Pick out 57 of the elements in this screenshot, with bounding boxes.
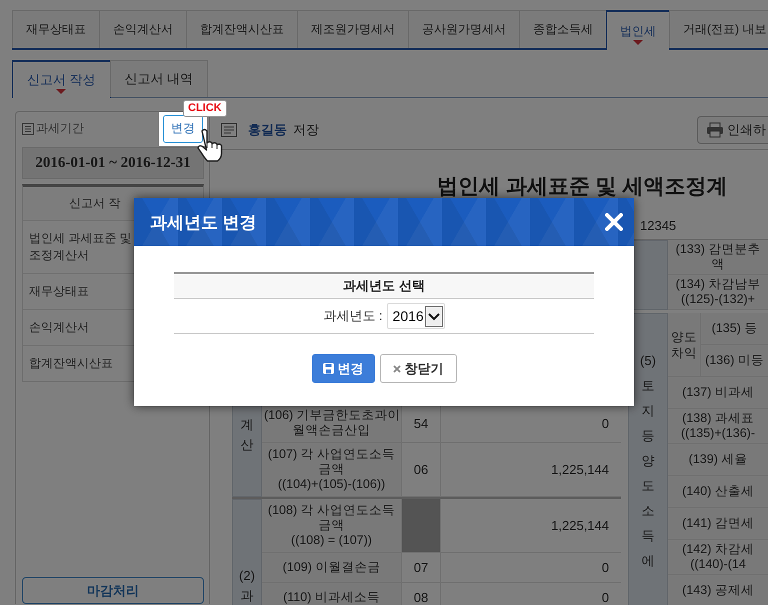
printer-icon bbox=[706, 122, 724, 138]
tab[interactable]: 거래(전표) 내보 bbox=[669, 10, 768, 48]
table-cell: (110) 비과세소득 bbox=[262, 583, 402, 605]
tab[interactable]: 손익계산서 bbox=[99, 10, 187, 48]
click-badge: CLICK bbox=[183, 100, 227, 116]
tab[interactable]: 신고서 내역 bbox=[110, 60, 208, 97]
year-select[interactable]: 2016 bbox=[386, 303, 445, 329]
group-label-cell: (5)토지등양도소득에 bbox=[628, 313, 668, 605]
tab[interactable]: 재무상태표 bbox=[12, 10, 100, 48]
tab[interactable]: 제조원가명세서 bbox=[297, 10, 409, 48]
table-cell: (108) 각 사업연도소득 금액 ((108) = (107)) bbox=[262, 499, 402, 553]
table-cell: 54 bbox=[402, 404, 441, 443]
tab[interactable]: 법인세 bbox=[606, 10, 670, 50]
change-button[interactable]: 변경 bbox=[163, 114, 203, 142]
caret-icon bbox=[633, 40, 643, 45]
group-label-cell: 양도차익 bbox=[668, 313, 701, 377]
save-button[interactable]: 변경 bbox=[312, 354, 374, 383]
table-cell: (143) 공제세 bbox=[668, 575, 768, 605]
group-label-cell: 계산 bbox=[232, 404, 262, 497]
table-cell: (139) 세율 bbox=[668, 444, 768, 476]
table-cell: (134) 차감남부 ((125)-(132)+ bbox=[668, 275, 768, 310]
close-period-button[interactable]: 마감처리 bbox=[22, 577, 204, 604]
table-cell: (138) 과세표 ((135)+(136)- bbox=[668, 409, 768, 444]
close-icon bbox=[392, 364, 400, 372]
table-cell: (106) 기부금한도초과이 월액손금산입 bbox=[262, 404, 402, 443]
table-cell: (137) 비과세 bbox=[668, 377, 768, 409]
table-cell: (109) 이월결손금 bbox=[262, 553, 402, 583]
period-label: 과세기간 bbox=[36, 120, 84, 137]
close-icon[interactable] bbox=[604, 212, 624, 232]
tab[interactable]: 종합소득세 bbox=[519, 10, 607, 48]
caret-icon bbox=[56, 89, 66, 94]
print-button[interactable]: 인쇄하 bbox=[697, 116, 768, 144]
save-status: 저장 bbox=[293, 121, 319, 139]
table-cell: 06 bbox=[402, 443, 441, 497]
list-icon bbox=[22, 122, 34, 134]
table-header: 과세년도 선택 bbox=[174, 272, 594, 299]
table-cell: 07 bbox=[402, 553, 441, 583]
tab[interactable]: 합계잔액시산표 bbox=[186, 10, 298, 48]
table-cell: (136) 미등 bbox=[701, 345, 768, 377]
registration-number: 12345 bbox=[640, 218, 678, 234]
chevron-down-icon bbox=[424, 306, 443, 326]
close-button[interactable]: 창닫기 bbox=[380, 354, 456, 383]
period-range: 2016-01-01 ~ 2016-12-31 bbox=[22, 147, 204, 179]
year-label: 과세년도 : bbox=[323, 307, 383, 325]
tab[interactable]: 신고서 작성 bbox=[12, 60, 111, 98]
table-cell: (135) 등 bbox=[701, 313, 768, 345]
document-title: 법인세 과세표준 및 세액조정계 bbox=[437, 174, 729, 200]
document-icon bbox=[221, 123, 237, 137]
table-cell: (141) 감면세 bbox=[668, 508, 768, 540]
table-cell: (142) 차감세 ((140)-(14 bbox=[668, 540, 768, 575]
tab[interactable]: 공사원가명세서 bbox=[408, 10, 520, 48]
table-cell: (133) 감면분추 액 bbox=[668, 240, 768, 275]
group-label-cell: (2)과 bbox=[232, 499, 262, 605]
save-icon bbox=[322, 363, 334, 374]
table-cell: (140) 산출세 bbox=[668, 476, 768, 508]
table-cell: (107) 각 사업연도소득 금액 ((104)+(105)-(106)) bbox=[262, 443, 402, 497]
user-name: 홍길동 bbox=[248, 121, 287, 139]
